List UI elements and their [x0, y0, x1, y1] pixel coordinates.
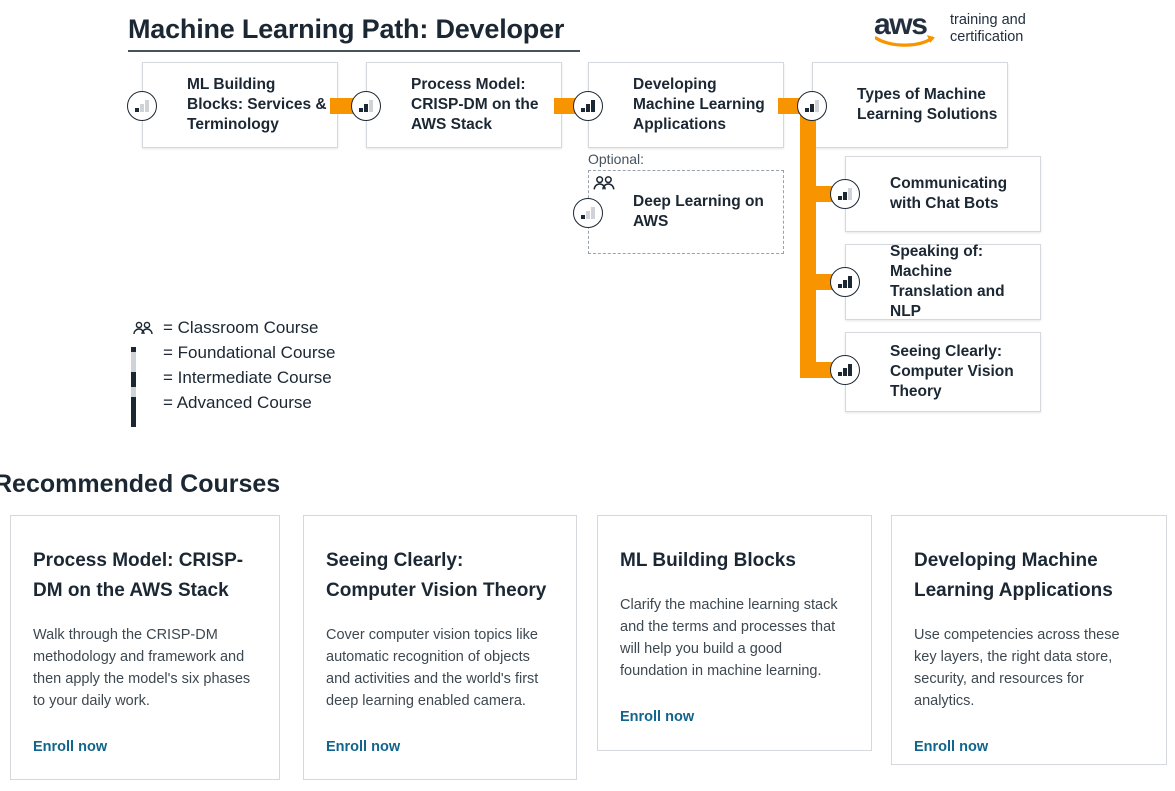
recommended-courses-title: Recommended Courses [0, 470, 281, 498]
flow-node-label: Deep Learning on AWS [633, 193, 764, 230]
classroom-icon [133, 321, 153, 334]
legend-item-label: = Foundational Course [163, 342, 336, 362]
flow-node-developing-ml-applications[interactable]: Developing Machine Learning Applications [588, 62, 784, 148]
course-card-description: Cover computer vision topics like automa… [326, 627, 539, 709]
course-card-title: Seeing Clearly: Computer Vision Theory [326, 550, 547, 601]
level-bars-icon [131, 396, 136, 427]
enroll-now-link[interactable]: Enroll now [33, 739, 107, 755]
course-card-title: Developing Machine Learning Applications [914, 550, 1113, 601]
level-bars-icon [581, 100, 595, 112]
level-bars-icon [838, 364, 852, 376]
course-card-description: Clarify the machine learning stack and t… [620, 597, 838, 679]
badge-advanced [830, 355, 860, 385]
course-card-title: ML Building Blocks [620, 550, 796, 571]
flow-node-label: Speaking of: Machine Translation and NLP [890, 243, 1005, 320]
level-bars-icon [838, 188, 852, 200]
legend-item-foundational: = Foundational Course [131, 340, 431, 377]
flow-node-label: Types of Machine Learning Solutions [857, 86, 998, 123]
level-bars-icon [135, 100, 149, 112]
badge-foundational [127, 91, 157, 121]
flow-node-label: Communicating with Chat Bots [890, 175, 1008, 212]
level-bars-icon [131, 371, 136, 402]
optional-label: Optional: [588, 151, 645, 167]
classroom-icon [593, 176, 615, 190]
flow-node-label: ML Building Blocks: Services & Terminolo… [187, 76, 327, 133]
flow-node-process-model-crisp-dm[interactable]: Process Model: CRISP-DM on the AWS Stack [366, 62, 562, 148]
course-card[interactable]: ML Building Blocks Clarify the machine l… [597, 515, 872, 751]
level-bars-icon [359, 100, 373, 112]
flow-node-seeing-clearly-computer-vision-theory[interactable]: Seeing Clearly: Computer Vision Theory [845, 332, 1041, 412]
legend: = Classroom Course = Foundational Course… [131, 315, 431, 427]
course-card[interactable]: Developing Machine Learning Applications… [891, 515, 1167, 765]
flow-node-communicating-with-chat-bots[interactable]: Communicating with Chat Bots [845, 156, 1041, 232]
level-bars-icon [131, 346, 136, 377]
enroll-now-link[interactable]: Enroll now [620, 709, 694, 725]
flow-node-ml-building-blocks[interactable]: ML Building Blocks: Services & Terminolo… [142, 62, 338, 148]
badge-foundational [573, 198, 603, 228]
legend-item-intermediate: = Intermediate Course [131, 365, 431, 402]
connector-trunk-vertical [800, 106, 816, 378]
badge-intermediate [351, 91, 381, 121]
flow-node-deep-learning-on-aws[interactable]: Deep Learning on AWS [588, 170, 784, 254]
legend-item-classroom: = Classroom Course [131, 315, 431, 340]
enroll-now-link[interactable]: Enroll now [914, 739, 988, 755]
course-card[interactable]: Process Model: CRISP-DM on the AWS Stack… [10, 515, 280, 780]
badge-advanced [573, 91, 603, 121]
course-card[interactable]: Seeing Clearly: Computer Vision Theory C… [303, 515, 577, 780]
badge-intermediate [797, 91, 827, 121]
enroll-now-link[interactable]: Enroll now [326, 739, 400, 755]
level-bars-icon [838, 276, 852, 288]
flow-node-speaking-of-machine-translation-and-nlp[interactable]: Speaking of: Machine Translation and NLP [845, 243, 1041, 320]
flow-node-label: Developing Machine Learning Applications [633, 76, 765, 133]
level-bars-icon [805, 100, 819, 112]
flow-node-label: Process Model: CRISP-DM on the AWS Stack [411, 76, 539, 133]
recommended-courses-list: Process Model: CRISP-DM on the AWS Stack… [0, 515, 1175, 791]
legend-item-advanced: = Advanced Course [131, 390, 431, 427]
course-card-description: Use competencies across these key layers… [914, 627, 1120, 709]
badge-advanced [830, 267, 860, 297]
course-card-description: Walk through the CRISP-DM methodology an… [33, 627, 251, 709]
legend-item-label: = Classroom Course [163, 317, 319, 337]
legend-item-label: = Intermediate Course [163, 367, 332, 387]
level-bars-icon [581, 207, 595, 219]
flow-node-types-of-ml-solutions[interactable]: Types of Machine Learning Solutions [812, 62, 1008, 148]
course-card-title: Process Model: CRISP-DM on the AWS Stack [33, 550, 244, 601]
flow-node-label: Seeing Clearly: Computer Vision Theory [890, 343, 1014, 400]
badge-intermediate [830, 179, 860, 209]
legend-item-label: = Advanced Course [163, 392, 312, 412]
